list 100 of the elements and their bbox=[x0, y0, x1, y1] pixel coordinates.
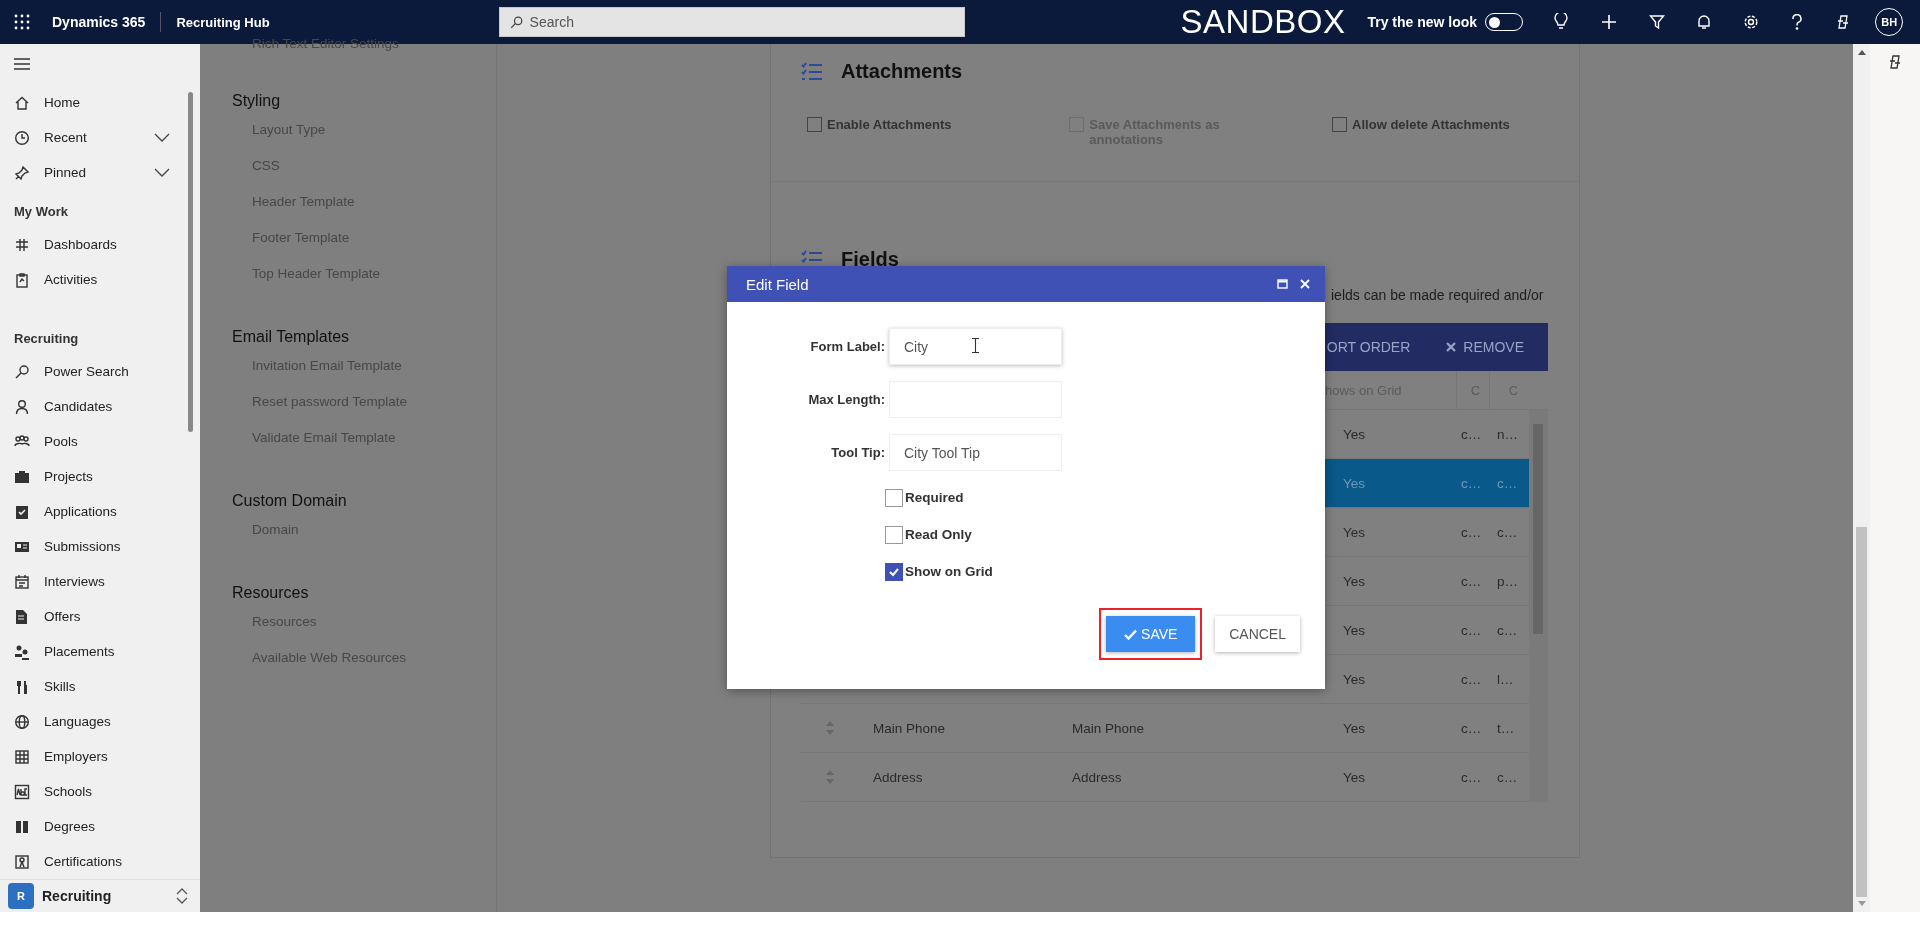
grid-row[interactable]: Main Phone Main Phone Yes c… t… bbox=[801, 704, 1529, 753]
nav-section-heading: My Work bbox=[13, 203, 69, 221]
table-cell: Address bbox=[873, 769, 923, 785]
checkbox[interactable] bbox=[885, 525, 903, 544]
settings-icon[interactable] bbox=[1743, 14, 1760, 30]
help-icon[interactable] bbox=[1791, 14, 1804, 30]
table-cell: p… bbox=[1497, 573, 1518, 589]
page-scrollbar[interactable] bbox=[1853, 44, 1870, 912]
nav-item[interactable]: Applications bbox=[0, 494, 200, 529]
close-icon[interactable] bbox=[1300, 279, 1310, 289]
bell-icon[interactable] bbox=[1697, 14, 1712, 30]
nav-item[interactable]: Pools bbox=[0, 424, 200, 459]
calendar-icon bbox=[14, 573, 30, 590]
pin-icon bbox=[14, 164, 30, 181]
search-field[interactable]: Search bbox=[498, 7, 965, 37]
nav-item[interactable]: Projects bbox=[0, 459, 200, 494]
checkbox-option[interactable]: Read Only bbox=[885, 516, 972, 553]
nav-item[interactable]: Recent bbox=[0, 120, 200, 155]
table-cell: Yes bbox=[1343, 622, 1366, 638]
table-cell: Yes bbox=[1343, 475, 1366, 491]
close-icon bbox=[1446, 342, 1457, 352]
nav-item[interactable]: Certifications bbox=[0, 844, 200, 879]
app-name[interactable]: Dynamics 365 bbox=[52, 14, 146, 30]
nav-item[interactable]: Submissions bbox=[0, 529, 200, 564]
drag-handle-icon bbox=[826, 770, 834, 784]
checkbox[interactable] bbox=[885, 488, 903, 507]
search-icon bbox=[14, 363, 30, 380]
fields-description: ields can be made required and/or bbox=[1331, 287, 1544, 303]
nav-item[interactable]: Languages bbox=[0, 704, 200, 739]
settings-heading: Custom Domain bbox=[232, 492, 348, 510]
settings-heading: Email Templates bbox=[232, 328, 351, 346]
menu-icon[interactable] bbox=[14, 58, 30, 70]
field-label: Max Length: bbox=[807, 392, 885, 407]
document-icon bbox=[14, 608, 30, 625]
nav-item[interactable]: Activities bbox=[0, 262, 200, 297]
nav-item[interactable]: Degrees bbox=[0, 809, 200, 844]
globe-icon bbox=[14, 713, 30, 730]
checkbox-option[interactable]: Required bbox=[885, 479, 964, 516]
nav-item[interactable]: Pinned bbox=[0, 155, 200, 190]
nav-item[interactable]: Dashboards bbox=[0, 227, 200, 262]
table-cell: l… bbox=[1497, 671, 1514, 687]
drag-handle-icon bbox=[826, 721, 834, 735]
nav-item[interactable]: Employers bbox=[0, 739, 200, 774]
input-field[interactable]: City Tool Tip bbox=[889, 434, 1062, 471]
table-cell: Yes bbox=[1343, 524, 1366, 540]
scroll-up-arrow-icon[interactable] bbox=[1857, 50, 1866, 55]
table-cell: c… bbox=[1461, 769, 1482, 785]
nav-item[interactable]: Schools bbox=[0, 774, 200, 809]
toolbar-button[interactable]: ORT ORDER bbox=[1326, 339, 1411, 355]
nav-item[interactable]: Skills bbox=[0, 669, 200, 704]
text-cursor-icon bbox=[972, 338, 979, 353]
area-name[interactable]: Recruiting Hub bbox=[176, 14, 270, 30]
table-cell: t… bbox=[1497, 720, 1515, 736]
section-title: Attachments bbox=[841, 60, 963, 83]
table-cell: c… bbox=[1461, 426, 1482, 442]
table-cell: n… bbox=[1497, 426, 1518, 442]
maximize-icon[interactable] bbox=[1277, 279, 1288, 289]
checkbox[interactable] bbox=[807, 117, 822, 132]
app-launcher-icon[interactable] bbox=[14, 14, 30, 30]
checkmark-icon bbox=[1124, 628, 1138, 640]
nav-item[interactable]: Candidates bbox=[0, 389, 200, 424]
nav-item[interactable]: Power Search bbox=[0, 354, 200, 389]
checkbox[interactable] bbox=[885, 562, 903, 581]
table-cell: Yes bbox=[1343, 769, 1366, 785]
scrollbar[interactable] bbox=[1529, 410, 1548, 802]
table-cell: Main Phone bbox=[1072, 720, 1145, 736]
table-cell: c… bbox=[1461, 622, 1482, 638]
lightbulb-icon[interactable] bbox=[1553, 13, 1570, 31]
toolbar-button[interactable]: REMOVE bbox=[1446, 339, 1524, 355]
clock-icon bbox=[14, 129, 30, 146]
table-cell: c… bbox=[1461, 573, 1482, 589]
table-cell: Yes bbox=[1343, 573, 1366, 589]
filter-icon[interactable] bbox=[1649, 14, 1666, 30]
checkbox[interactable] bbox=[1332, 117, 1348, 132]
field-label: Tool Tip: bbox=[830, 445, 885, 460]
table-cell: c… bbox=[1461, 671, 1482, 687]
grid-row[interactable]: Address Address Yes c… c… bbox=[801, 753, 1529, 802]
dialog-button[interactable]: CANCEL bbox=[1215, 616, 1300, 652]
plus-icon[interactable] bbox=[1601, 14, 1618, 30]
input-field[interactable]: City bbox=[889, 328, 1062, 365]
grid-icon bbox=[14, 236, 30, 253]
table-cell: c… bbox=[1497, 769, 1518, 785]
table-cell: Yes bbox=[1343, 426, 1366, 442]
nav-item[interactable]: Interviews bbox=[0, 564, 200, 599]
certificate-icon bbox=[14, 853, 30, 870]
search-icon bbox=[509, 16, 523, 29]
settings-heading: Styling bbox=[232, 92, 282, 110]
section-title: Fields bbox=[841, 248, 899, 271]
checkbox-option[interactable]: Show on Grid bbox=[885, 553, 993, 590]
nav-item[interactable]: Home bbox=[0, 85, 200, 120]
new-look-label: Try the new look bbox=[1367, 14, 1478, 30]
environment-label: SANDBOX bbox=[1180, 3, 1346, 41]
nav-item[interactable]: Placements bbox=[0, 634, 200, 669]
nav-item[interactable]: Offers bbox=[0, 599, 200, 634]
nav-section-heading: Recruiting bbox=[13, 330, 80, 348]
tools-icon bbox=[14, 678, 30, 695]
area-switcher[interactable]: R Recruiting bbox=[0, 879, 200, 912]
table-cell: Main Phone bbox=[873, 720, 946, 736]
table-cell: c… bbox=[1497, 622, 1518, 638]
settings-heading: Resources bbox=[232, 584, 310, 602]
